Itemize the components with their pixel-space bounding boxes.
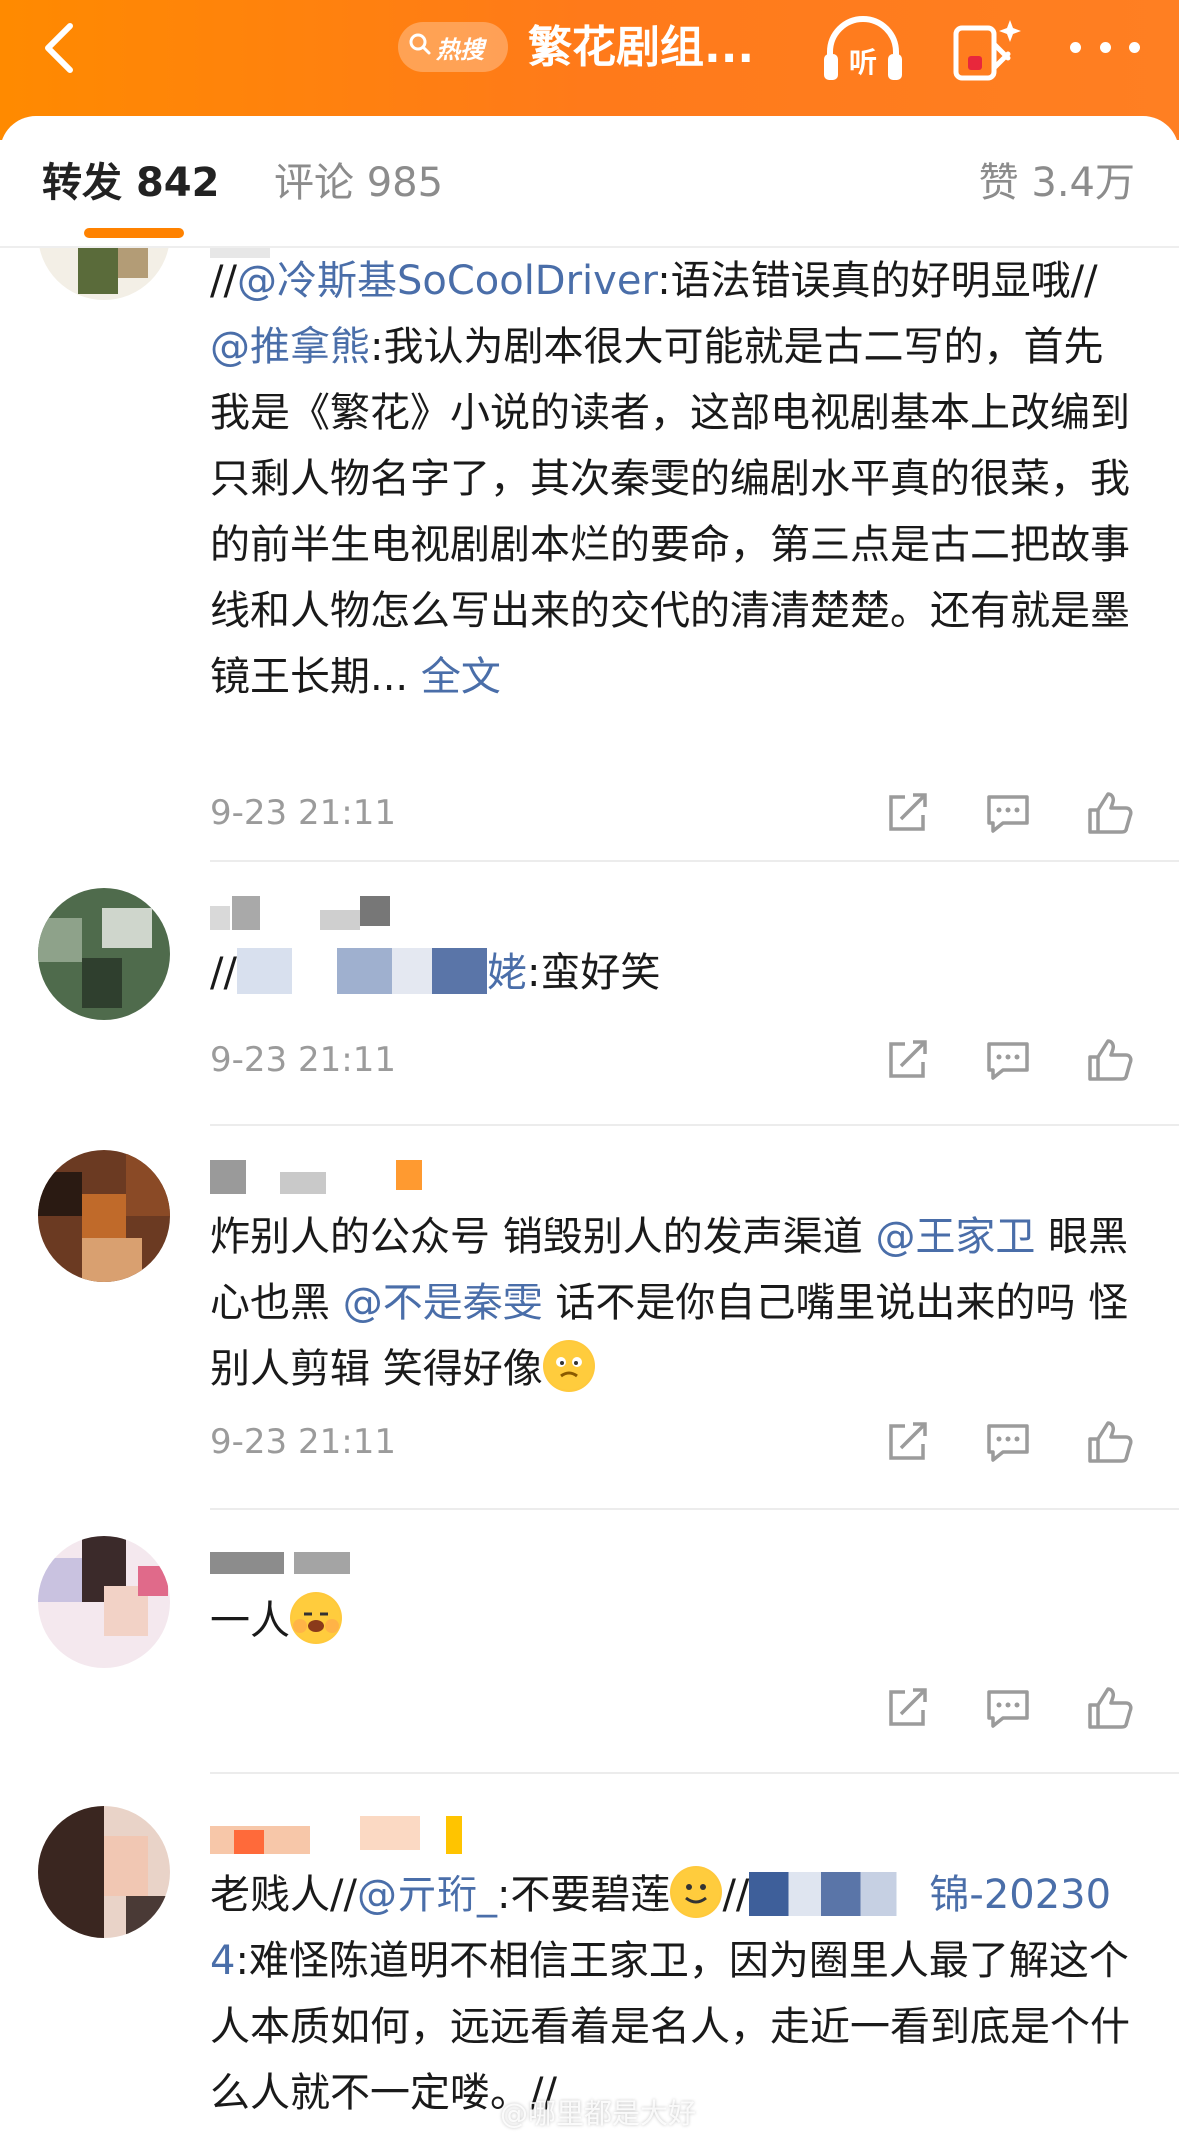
mention-link[interactable]: @亓珩_ [357, 1872, 497, 1918]
post-content: 炸别人的公众号 销毁别人的发声渠道 @王家卫 眼黑心也黑 @不是秦雯 话不是你自… [210, 1214, 1129, 1392]
active-tab-indicator [84, 228, 184, 238]
post-meta: 9-23 21:11 [210, 1412, 1140, 1472]
list-item: //@冷斯基SoCoolDriver:语法错误真的好明显哦//@推拿熊:我认为剧… [0, 248, 1179, 864]
share-icon [889, 1688, 927, 1726]
comment-icon [987, 1424, 1029, 1462]
hot-search-label: 热搜 [436, 35, 484, 64]
divider [210, 860, 1179, 862]
list-item: 炸别人的公众号 销毁别人的发声渠道 @王家卫 眼黑心也黑 @不是秦雯 话不是你自… [0, 1128, 1179, 1512]
tab-repost[interactable]: 转发 842 [42, 158, 219, 208]
redpacket-icon [953, 20, 1021, 81]
avatar[interactable] [38, 1536, 170, 1668]
comment-button[interactable] [978, 1030, 1038, 1090]
mention-blurred[interactable] [236, 948, 487, 994]
like-button[interactable] [1080, 1678, 1140, 1738]
listen-icon: 听 [824, 16, 902, 80]
timestamp: 9-23 21:11 [210, 1040, 396, 1080]
tab-like[interactable]: 赞 3.4万 [979, 158, 1135, 208]
listen-button[interactable]: 听 [820, 14, 906, 84]
post-meta [210, 1678, 1140, 1738]
repost-list: //@冷斯基SoCoolDriver:语法错误真的好明显哦//@推拿熊:我认为剧… [0, 248, 1179, 2112]
tab-repost-count: 842 [135, 160, 220, 206]
full-text-link[interactable]: 全文 [408, 654, 501, 700]
tab-like-label: 赞 [978, 160, 1019, 206]
tab-comment-label: 评论 [274, 160, 354, 206]
post-content: 老贱人//@亓珩_:不要碧莲//锦-202304:难怪陈道明不相信王家卫，因为圈… [210, 1862, 1130, 2112]
share-icon [889, 1040, 927, 1078]
more-icon [1070, 41, 1081, 53]
like-icon [1088, 792, 1133, 834]
post-content: //@冷斯基SoCoolDriver:语法错误真的好明显哦//@推拿熊:我认为剧… [210, 258, 1130, 700]
share-button[interactable] [878, 1678, 938, 1738]
avatar[interactable] [38, 248, 170, 300]
share-button[interactable] [878, 1030, 938, 1090]
username-blurred[interactable] [210, 892, 450, 938]
post-meta: 9-23 21:11 [210, 783, 1140, 843]
tab-like-count: 3.4万 [1031, 160, 1135, 206]
listen-label: 听 [849, 46, 877, 79]
divider [210, 1772, 1179, 1774]
back-button[interactable] [30, 18, 90, 78]
avatar[interactable] [38, 1150, 170, 1282]
list-item: //姥:蛮好笑 9-23 21:11 [0, 864, 1179, 1128]
mention-link[interactable]: @不是秦雯 [343, 1280, 543, 1326]
mention-link[interactable]: @推拿熊 [210, 324, 370, 370]
page-title[interactable]: 繁花剧组... [528, 20, 754, 76]
list-item: 老贱人//@亓珩_:不要碧莲//锦-202304:难怪陈道明不相信王家卫，因为圈… [0, 1776, 1179, 2112]
like-button[interactable] [1080, 1030, 1140, 1090]
like-icon [1088, 1039, 1133, 1081]
timestamp: 9-23 21:11 [210, 1422, 396, 1462]
avatar[interactable] [38, 888, 170, 1020]
search-icon [408, 32, 432, 62]
share-button[interactable] [878, 783, 938, 843]
like-button[interactable] [1080, 783, 1140, 843]
redpacket-button[interactable] [950, 14, 1024, 86]
tab-comment[interactable]: 评论 985 [274, 158, 443, 208]
list-item: 一人 [0, 1512, 1179, 1776]
back-icon [45, 23, 73, 73]
comment-button[interactable] [978, 1412, 1038, 1472]
mention-link[interactable]: @冷斯基SoCoolDriver [237, 258, 657, 304]
avatar[interactable] [38, 1806, 170, 1938]
like-icon [1088, 1687, 1133, 1729]
tab-bar: 转发 842 评论 985 赞 3.4万 [0, 116, 1179, 248]
comment-icon [987, 795, 1029, 833]
post-meta: 9-23 21:11 [210, 1030, 1140, 1090]
mention-link[interactable]: @王家卫 [875, 1214, 1035, 1260]
more-button[interactable] [1070, 22, 1140, 72]
comment-icon [987, 1690, 1029, 1728]
share-button[interactable] [878, 1412, 938, 1472]
share-icon [889, 1422, 927, 1460]
username-blurred[interactable] [210, 1540, 450, 1586]
share-icon [889, 793, 927, 831]
mention-link[interactable]: 姥 [487, 950, 527, 996]
like-button[interactable] [1080, 1412, 1140, 1472]
divider [210, 1508, 1179, 1510]
divider [210, 1124, 1179, 1126]
watermark: @哪里都是大好 [500, 2097, 697, 2130]
emoji-icon [670, 1866, 723, 1918]
emoji-icon [290, 1592, 342, 1644]
like-icon [1088, 1421, 1133, 1463]
timestamp: 9-23 21:11 [210, 793, 396, 833]
emoji-icon [542, 1340, 595, 1392]
hot-search-badge[interactable]: 热搜 [398, 22, 508, 72]
tab-comment-count: 985 [366, 160, 444, 206]
mention-blurred[interactable] [749, 1872, 930, 1916]
tab-repost-label: 转发 [42, 160, 122, 206]
username-blurred[interactable] [210, 1812, 462, 1858]
post-content: 一人 [210, 1588, 1130, 1654]
comment-icon [987, 1042, 1029, 1080]
post-content: //姥:蛮好笑 [210, 948, 661, 996]
comment-button[interactable] [978, 1678, 1038, 1738]
comment-button[interactable] [978, 783, 1038, 843]
username-blurred[interactable] [210, 1154, 450, 1200]
